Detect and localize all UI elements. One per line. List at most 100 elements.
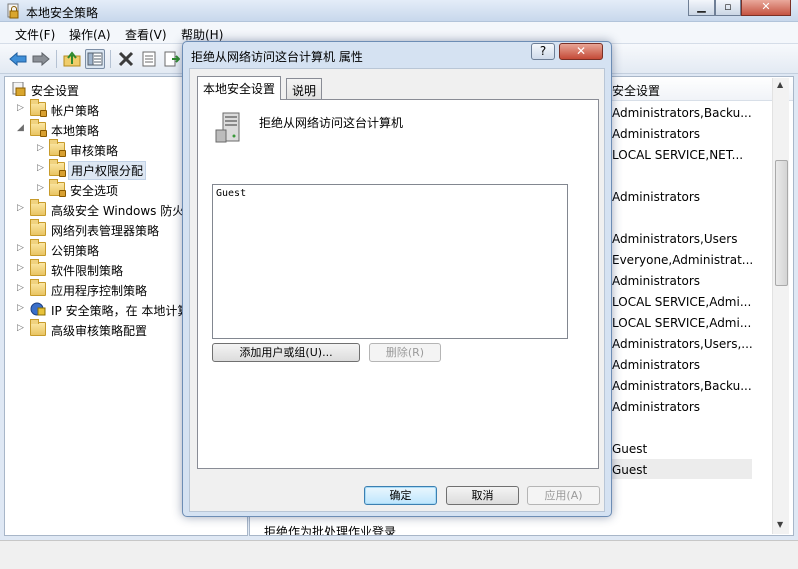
remove-button[interactable]: 删除(R) bbox=[369, 343, 441, 362]
forward-button[interactable] bbox=[31, 49, 51, 69]
properties-icon bbox=[142, 51, 156, 67]
expand-arrow-icon[interactable]: ▷ bbox=[37, 144, 45, 153]
lock-icon bbox=[40, 110, 47, 117]
folder-icon bbox=[30, 99, 47, 117]
tree-item-label: 用户权限分配 bbox=[68, 161, 147, 180]
vertical-scrollbar[interactable]: ▲ ▼ bbox=[772, 78, 789, 534]
menu-action[interactable]: 操作(A) bbox=[69, 26, 111, 43]
policy-row-value[interactable]: LOCAL SERVICE,NET... bbox=[612, 148, 743, 169]
maximize-icon: ▫ bbox=[724, 0, 732, 13]
menu-file[interactable]: 文件(F) bbox=[15, 26, 55, 43]
expand-arrow-icon[interactable]: ▷ bbox=[17, 264, 25, 273]
folder-icon bbox=[30, 239, 46, 256]
cancel-button[interactable]: 取消 bbox=[446, 486, 519, 505]
tree-item-label: 网络列表管理器策略 bbox=[51, 224, 160, 238]
dialog-body: 本地安全设置 说明 拒绝从网络访问这台计算机 Guest 添加用户或组(U)..… bbox=[189, 68, 605, 512]
scrollbar-thumb[interactable] bbox=[775, 160, 788, 286]
expand-arrow-icon[interactable]: ▷ bbox=[17, 284, 25, 293]
lock-icon bbox=[59, 150, 66, 157]
tree-item-label: 帐户策略 bbox=[51, 104, 100, 118]
collapse-arrow-icon[interactable]: ◢ bbox=[17, 124, 25, 133]
policy-row-value[interactable]: LOCAL SERVICE,Admi... bbox=[612, 295, 751, 316]
policy-row-value[interactable]: Administrators bbox=[612, 127, 700, 148]
folder-icon bbox=[30, 119, 47, 137]
user-group-listbox[interactable]: Guest bbox=[212, 184, 568, 339]
expand-arrow-icon[interactable]: ▷ bbox=[37, 184, 45, 193]
expand-arrow-icon[interactable]: ▷ bbox=[37, 164, 45, 173]
policy-row-value[interactable]: Administrators,Users bbox=[612, 232, 737, 253]
list-item[interactable]: Guest bbox=[216, 188, 246, 199]
policy-row-name-partial[interactable]: 拒绝作为批处理作业登录 bbox=[264, 523, 396, 535]
scroll-up-arrow-icon[interactable]: ▲ bbox=[777, 80, 783, 89]
policy-row-value[interactable]: Administrators,Users,... bbox=[612, 337, 753, 358]
properties-button[interactable] bbox=[139, 49, 159, 69]
menu-view[interactable]: 查看(V) bbox=[125, 26, 167, 43]
ok-button[interactable]: 确定 bbox=[364, 486, 437, 505]
close-button[interactable]: ✕ bbox=[741, 0, 791, 16]
tab-label: 说明 bbox=[292, 84, 317, 98]
policy-row-value[interactable]: Guest bbox=[612, 463, 647, 484]
up-folder-icon bbox=[63, 51, 81, 67]
policy-row-value[interactable]: Administrators,Backu... bbox=[612, 106, 752, 127]
folder-icon bbox=[49, 179, 66, 197]
delete-button[interactable] bbox=[116, 49, 136, 69]
toolbar-separator bbox=[56, 50, 57, 68]
scroll-down-arrow-icon[interactable]: ▼ bbox=[777, 520, 783, 529]
tree-item-label: IP 安全策略，在 本地计算 bbox=[51, 304, 190, 318]
status-bar bbox=[0, 540, 798, 569]
expand-arrow-icon[interactable]: ▷ bbox=[17, 324, 25, 333]
folder-icon bbox=[30, 199, 46, 216]
folder-icon bbox=[30, 259, 46, 276]
policy-row-value[interactable]: Administrators bbox=[612, 274, 700, 295]
column-header-label: 安全设置 bbox=[612, 84, 661, 98]
apply-button[interactable]: 应用(A) bbox=[527, 486, 600, 505]
policy-row-value[interactable]: Administrators bbox=[612, 358, 700, 379]
add-user-or-group-button[interactable]: 添加用户或组(U)... bbox=[212, 343, 360, 362]
policy-row-value[interactable]: Guest bbox=[612, 442, 647, 463]
help-button[interactable]: ? bbox=[531, 43, 555, 60]
folder-icon bbox=[30, 319, 46, 336]
tree-item-label: 高级安全 Windows 防火 bbox=[51, 204, 185, 218]
server-computer-icon bbox=[215, 112, 240, 143]
export-list-button[interactable] bbox=[162, 49, 182, 69]
maximize-button[interactable]: ▫ bbox=[715, 0, 741, 16]
close-icon: ✕ bbox=[761, 0, 771, 13]
expand-arrow-icon[interactable]: ▷ bbox=[17, 244, 25, 253]
minimize-button[interactable]: ▁ bbox=[688, 0, 715, 16]
lock-icon bbox=[40, 130, 47, 137]
tab-explain[interactable]: 说明 bbox=[286, 78, 323, 99]
dialog-close-button[interactable]: ✕ bbox=[559, 43, 603, 60]
policy-row-value[interactable]: Administrators,Backu... bbox=[612, 379, 752, 400]
tree-item-label: 安全选项 bbox=[70, 184, 119, 198]
export-list-icon bbox=[164, 51, 180, 67]
expand-arrow-icon[interactable]: ▷ bbox=[17, 204, 25, 213]
tree-item-label: 应用程序控制策略 bbox=[51, 284, 148, 298]
tree-item-label: 本地策略 bbox=[51, 124, 100, 138]
window-title: 本地安全策略 bbox=[26, 6, 99, 20]
show-hide-tree-button[interactable] bbox=[85, 49, 105, 69]
policy-name: 拒绝从网络访问这台计算机 bbox=[259, 116, 404, 130]
back-button[interactable] bbox=[8, 49, 28, 69]
ip-security-icon bbox=[30, 302, 46, 316]
back-arrow-icon bbox=[9, 52, 27, 66]
folder-icon bbox=[30, 219, 46, 236]
tab-local-security-setting[interactable]: 本地安全设置 bbox=[197, 76, 282, 100]
tree-item-label: 高级审核策略配置 bbox=[51, 324, 148, 338]
policy-row-value[interactable]: Everyone,Administrat... bbox=[612, 253, 753, 274]
properties-dialog: 拒绝从网络访问这台计算机 属性 ? ✕ 本地安全设置 说明 拒绝从网络访问这台计… bbox=[182, 41, 612, 517]
policy-row-value[interactable]: Administrators bbox=[612, 400, 700, 421]
forward-arrow-icon bbox=[32, 52, 50, 66]
security-settings-icon bbox=[12, 82, 26, 96]
folder-icon bbox=[30, 279, 46, 296]
local-security-policy-icon bbox=[7, 3, 19, 19]
up-level-button[interactable] bbox=[62, 49, 82, 69]
policy-row-value[interactable]: Administrators bbox=[612, 190, 700, 211]
tab-panel: 拒绝从网络访问这台计算机 Guest 添加用户或组(U)... 删除(R) bbox=[197, 99, 599, 469]
policy-row-value[interactable]: LOCAL SERVICE,Admi... bbox=[612, 316, 751, 337]
toolbar-separator bbox=[110, 50, 111, 68]
dialog-title: 拒绝从网络访问这台计算机 属性 bbox=[191, 50, 363, 64]
lock-icon bbox=[59, 170, 66, 177]
tree-item-label: 审核策略 bbox=[70, 144, 119, 158]
expand-arrow-icon[interactable]: ▷ bbox=[17, 304, 25, 313]
expand-arrow-icon[interactable]: ▷ bbox=[17, 104, 25, 113]
